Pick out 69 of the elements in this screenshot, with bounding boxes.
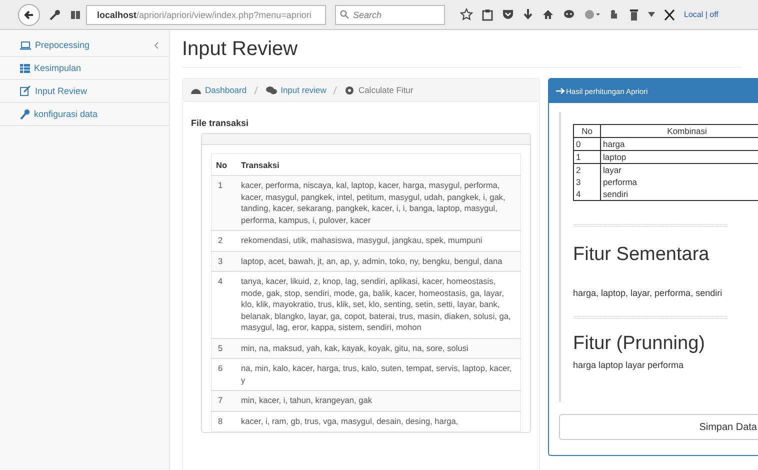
feature-text: harga, laptop, layar, performa, sendiri	[573, 288, 724, 298]
heading: Fitur (Prunning)	[573, 333, 706, 355]
table-cell: laptop	[600, 150, 758, 164]
table-cell: 3	[212, 251, 237, 272]
key-icon[interactable]	[49, 8, 61, 20]
clipboard-icon[interactable]	[482, 8, 493, 20]
status-label[interactable]: Local | off	[684, 10, 718, 19]
sidebar-item[interactable]: Prepocessing	[0, 34, 169, 57]
column-header: No	[574, 124, 600, 138]
table-cell: performa	[600, 176, 758, 188]
table-cell: min, na, maksud, yah, kak, kayak, koyak, gitu, na, sore, solusi	[237, 338, 520, 358]
address-field[interactable]: localhost/apriori/apriori/view/index.php?menu=apriori	[86, 4, 326, 24]
back-button[interactable]	[18, 4, 40, 26]
collapse-icon[interactable]	[154, 42, 159, 48]
column-header: No	[212, 154, 237, 176]
search-icon	[340, 10, 349, 19]
book-icon[interactable]	[70, 9, 81, 20]
table-cell: sendiri	[600, 188, 758, 200]
save-button[interactable]: Simpan Data	[559, 414, 758, 440]
pocket-icon[interactable]	[502, 9, 514, 20]
close-icon[interactable]	[664, 8, 675, 20]
table-icon	[20, 64, 30, 72]
column-header: Transaksi	[237, 154, 520, 176]
laptop-icon	[20, 40, 31, 50]
wrench-icon	[20, 108, 30, 120]
section-title: File transaksi	[191, 118, 250, 128]
breadcrumb-separator	[333, 86, 338, 94]
puzzle-icon[interactable]	[609, 9, 620, 20]
separator-text: =====================================	[573, 221, 728, 230]
table-cell: kacer, performa, niscaya, kal, laptop, kacer, harga, masygul, performa, kacer, masygul, pangkek, intel, petitum, masygul, udah, pangkek, i, gak, tanding, kacer, sekarang, pangkek, kacer, i, i, banga, laptop, masygul, performa, kampus, i, pulover, kacer	[237, 176, 520, 230]
table-cell: 0	[574, 138, 600, 150]
arrow-icon	[556, 88, 565, 94]
dashboard-icon	[191, 86, 201, 94]
comments-icon	[266, 86, 277, 94]
table-cell: 2	[574, 164, 600, 176]
gear-icon	[345, 86, 354, 94]
table-cell: 7	[212, 390, 237, 411]
breadcrumb-link[interactable]: Input review	[280, 85, 326, 95]
home-icon[interactable]	[542, 9, 554, 20]
table-cell: 1	[212, 176, 237, 230]
breadcrumb-link[interactable]: Calculate Fitur	[358, 85, 414, 95]
bin-icon[interactable]	[629, 8, 639, 20]
table-cell: layar	[600, 164, 758, 176]
column-header: Kombinasi	[600, 124, 758, 138]
page-title: Input Review	[182, 30, 742, 68]
sidebar-item[interactable]: konfigurasi data	[0, 103, 169, 126]
heading: Fitur Sementara	[573, 244, 710, 266]
separator-text: =====================================	[573, 313, 728, 322]
edit-icon	[20, 86, 31, 96]
table-cell: 8	[212, 411, 237, 432]
breadcrumb-link[interactable]: Dashboard	[205, 85, 247, 95]
table-cell: 5	[212, 338, 237, 358]
feature-text: harga laptop layar performa	[573, 360, 685, 370]
sidebar-item[interactable]: Input Review	[0, 80, 169, 103]
sidebar-item[interactable]: Kesimpulan	[0, 57, 169, 80]
table-cell: 4	[574, 188, 600, 200]
table-cell: 1	[574, 150, 600, 164]
star-icon[interactable]	[460, 8, 473, 21]
dropdown-icon[interactable]	[648, 12, 655, 17]
download-icon[interactable]	[523, 8, 533, 20]
table-cell: min, kacer, i, tahun, krangeyan, gak	[237, 390, 520, 411]
table-cell: harga	[600, 138, 758, 150]
breadcrumb-separator	[254, 86, 258, 94]
table-cell: laptop, acet, bawah, jt, an, ap, y, admin, toko, ny, bengku, bengul, dana	[237, 251, 520, 272]
table-cell: kacer, i, ram, gb, trus, vga, masygul, desain, desing, harga,	[237, 411, 520, 432]
search-field[interactable]: Search	[335, 4, 445, 24]
back-arrow-icon	[23, 8, 35, 20]
chat-icon[interactable]	[563, 9, 575, 20]
table-cell: 3	[574, 176, 600, 188]
